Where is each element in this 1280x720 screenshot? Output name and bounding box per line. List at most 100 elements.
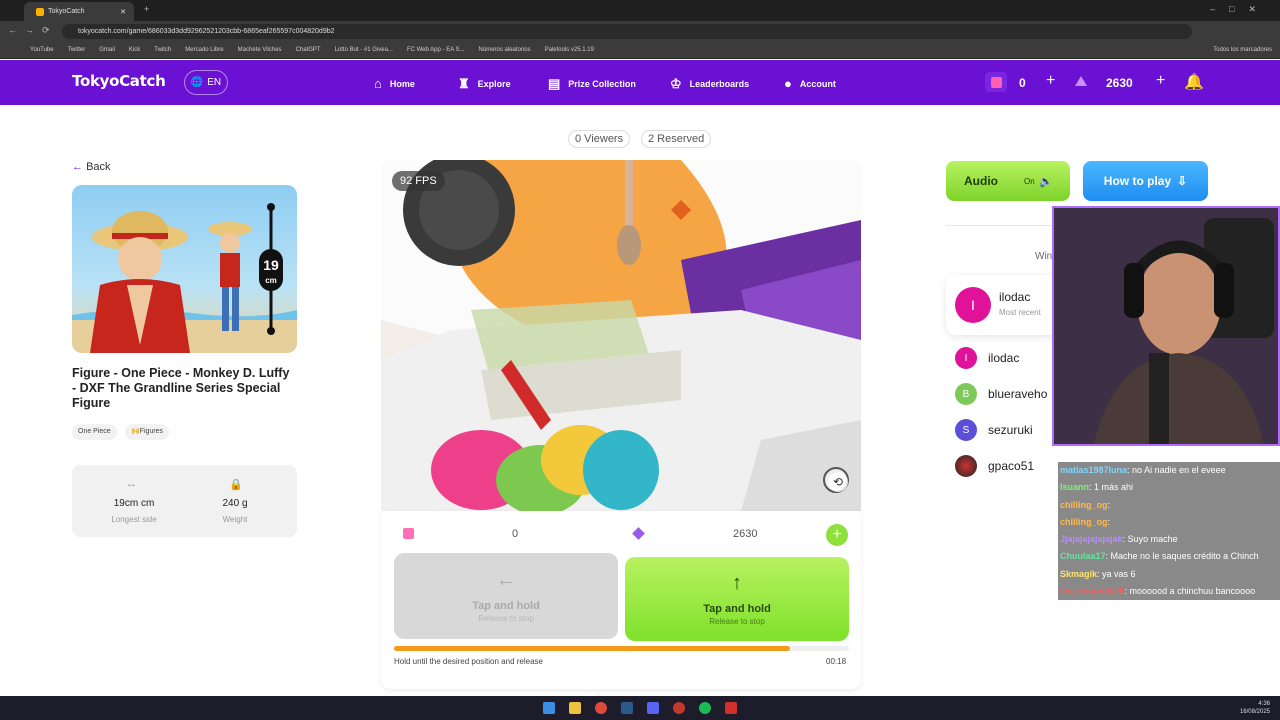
bookmark-item[interactable]: Lotto Bot - #1 Givea... bbox=[335, 47, 393, 53]
ticket-count: 0 bbox=[1019, 76, 1026, 90]
winner-name[interactable]: gpaco51 bbox=[988, 459, 1034, 473]
user-icon: ● bbox=[784, 76, 792, 91]
steam-icon[interactable] bbox=[621, 702, 633, 714]
nav-prize-collection[interactable]: ▤ Prize Collection bbox=[548, 76, 636, 92]
all-bookmarks[interactable]: Todos los marcadores bbox=[1213, 47, 1272, 53]
countdown-timer: 00:18 bbox=[826, 657, 847, 666]
recent-winner-sub: Most recent bbox=[999, 308, 1041, 317]
chat-user: Isuann bbox=[1060, 482, 1090, 493]
stream-chat: matias1987luna: no Ai nadie en el eveee … bbox=[1058, 462, 1280, 600]
tokyocatch-logo[interactable]: TokyoCatch bbox=[72, 72, 166, 90]
back-label: Back bbox=[86, 161, 111, 173]
chat-line: matias1987luna: no Ai nadie en el eveee bbox=[1058, 462, 1280, 479]
windows-taskbar bbox=[0, 696, 1280, 720]
browser-tab[interactable]: TokyoCatch ✕ bbox=[24, 2, 134, 21]
avatar bbox=[955, 455, 977, 477]
home-icon: ⌂ bbox=[374, 76, 382, 91]
discord-icon[interactable] bbox=[647, 702, 659, 714]
chat-user: Chuulaa17 bbox=[1060, 551, 1106, 562]
add-tickets-button[interactable]: + bbox=[1046, 72, 1055, 90]
bookmark-item[interactable]: Gmail bbox=[99, 47, 115, 53]
arrow-up-icon: ↑ bbox=[732, 572, 742, 594]
chat-message: : 1 más ahi bbox=[1089, 482, 1134, 493]
explore-icon: ♜ bbox=[458, 76, 470, 91]
bookmarks-bar: YouTube Twitter Gmail Kick Twitch Mercad… bbox=[0, 42, 1280, 59]
chrome-alt-icon[interactable] bbox=[673, 702, 685, 714]
button-label: Tap and hold bbox=[472, 600, 540, 612]
chat-user: chilling_og bbox=[1060, 499, 1108, 510]
nav-home[interactable]: ⌂ Home bbox=[374, 76, 415, 91]
bookmark-item[interactable]: YouTube bbox=[30, 47, 54, 53]
winner-name[interactable]: blueraveho bbox=[988, 387, 1050, 401]
new-tab-icon[interactable]: + bbox=[144, 4, 149, 14]
winner-name[interactable]: ilodac bbox=[988, 351, 1019, 365]
chat-message: : Suyo mache bbox=[1122, 534, 1178, 545]
spec-weight-value: 240 g bbox=[222, 498, 248, 509]
add-gems-button[interactable]: + bbox=[1156, 72, 1165, 90]
move-forward-button[interactable]: ↑ Tap and hold Release to stop bbox=[625, 557, 849, 641]
nav-label: Explore bbox=[477, 79, 511, 89]
speaker-icon: 🔈 bbox=[1039, 176, 1053, 188]
nav-arrows-icon[interactable]: ←→⟳ bbox=[8, 25, 58, 36]
nav-explore[interactable]: ♜ Explore bbox=[458, 76, 511, 92]
arrow-left-icon: ← bbox=[496, 569, 516, 591]
webcam-overlay bbox=[1052, 206, 1280, 446]
bookmark-item[interactable]: Twitch bbox=[154, 47, 171, 53]
chat-user: Jjajajajajajajak bbox=[1060, 534, 1123, 545]
spec-weight-label: Weight bbox=[222, 515, 248, 524]
bell-icon[interactable]: 🔔 bbox=[1184, 72, 1204, 92]
recent-winner-name[interactable]: ilodac bbox=[999, 290, 1030, 304]
spotify-icon[interactable] bbox=[699, 702, 711, 714]
tokyocatch-favicon-icon bbox=[36, 7, 44, 16]
fps-badge: 92 FPS bbox=[392, 171, 445, 191]
back-arrow-icon: ← bbox=[72, 161, 87, 173]
add-gems-button[interactable]: + bbox=[826, 524, 848, 546]
bookmark-item[interactable]: ChatGPT bbox=[296, 47, 321, 53]
bookmark-item[interactable]: Números aleatorios bbox=[479, 47, 531, 53]
nav-label: Prize Collection bbox=[568, 79, 636, 89]
bookmark-item[interactable]: Kick bbox=[129, 47, 140, 53]
rotate-camera-icon[interactable]: ⟲ bbox=[828, 472, 848, 492]
language-label: EN bbox=[207, 77, 222, 88]
nav-leaderboards[interactable]: ♔ Leaderboards bbox=[670, 76, 749, 92]
window-controls[interactable]: –□✕ bbox=[1210, 4, 1270, 15]
chat-message: : ya vas 6 bbox=[1097, 568, 1136, 579]
bookmark-item[interactable]: Twitter bbox=[68, 47, 86, 53]
nav-label: Home bbox=[389, 78, 415, 89]
bookmark-item[interactable]: Machete Vilches bbox=[238, 47, 282, 53]
chat-line: Jjajajajajajajak: Suyo mache bbox=[1058, 531, 1280, 548]
how-to-play-button[interactable]: How to play ⇩ bbox=[1083, 161, 1208, 201]
chat-line: leo_kennedy16: moooood a chinchuu bancoo… bbox=[1058, 583, 1280, 600]
explorer-icon[interactable] bbox=[569, 702, 581, 714]
chat-line: chilling_og: bbox=[1058, 514, 1280, 531]
bookmark-item[interactable]: Mercado Libre bbox=[185, 47, 223, 53]
tag-one-piece[interactable]: One Piece bbox=[72, 424, 117, 440]
gem-count: 2630 bbox=[1106, 76, 1133, 90]
winner-name[interactable]: sezuruki bbox=[988, 423, 1033, 437]
start-icon[interactable] bbox=[543, 702, 555, 714]
back-button[interactable]: ← Back bbox=[72, 161, 111, 173]
language-selector[interactable]: 🌐 EN bbox=[184, 70, 228, 95]
bookmark-item[interactable]: FC Web App - EA S... bbox=[407, 47, 465, 53]
move-left-button[interactable]: ← Tap and hold Release to stop bbox=[394, 553, 618, 639]
browser-tab-bar bbox=[0, 0, 1280, 21]
chat-message: : moooood a chinchuu bancoooo bbox=[1124, 586, 1256, 597]
product-title: Figure - One Piece - Monkey D. Luffy - D… bbox=[72, 366, 290, 410]
chrome-icon[interactable] bbox=[595, 702, 607, 714]
prize-collection-icon: ▤ bbox=[548, 76, 561, 91]
spec-longest-side-value: 19cm cm bbox=[113, 498, 155, 509]
chat-message: : no Ai nadie en el eveee bbox=[1127, 465, 1226, 475]
weight-icon: 🔒 bbox=[229, 479, 243, 491]
app-icon[interactable] bbox=[725, 702, 737, 714]
button-sublabel: Release to stop bbox=[478, 614, 534, 623]
viewers-count: 0 Viewers bbox=[568, 130, 631, 148]
ticket-icon bbox=[985, 72, 1007, 92]
chat-message: : bbox=[1107, 516, 1111, 527]
bookmark-item[interactable]: Paletools v25.1.19 bbox=[545, 47, 594, 53]
tab-close-icon[interactable]: ✕ bbox=[120, 8, 126, 16]
nav-account[interactable]: ● Account bbox=[784, 76, 836, 91]
url-input[interactable]: tokyocatch.com/game/686033d3dd9296252120… bbox=[62, 24, 1192, 39]
globe-icon: 🌐 bbox=[190, 77, 204, 88]
tag-figures[interactable]: 🙌Figures bbox=[125, 424, 170, 440]
spec-longest-side-label: Longest side bbox=[111, 515, 157, 524]
